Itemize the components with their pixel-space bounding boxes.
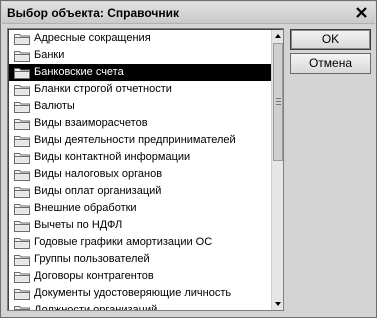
arrow-up-icon — [275, 34, 281, 38]
list-item-label: Группы пользователей — [34, 253, 150, 265]
object-list[interactable]: Адресные сокращения Банки Банковские счета… — [9, 30, 271, 310]
list-item-label: Виды контактной информации — [34, 151, 191, 163]
title-bar[interactable]: Выбор объекта: Справочник — [2, 2, 375, 24]
arrow-down-icon — [275, 302, 281, 306]
list-item[interactable]: Валюты — [9, 98, 271, 115]
folder-icon — [14, 100, 30, 113]
list-item-label: Валюты — [34, 100, 75, 112]
window-title: Выбор объекта: Справочник — [7, 6, 179, 20]
list-item-label: Должности организаций — [34, 304, 158, 310]
vertical-scrollbar[interactable] — [271, 30, 283, 310]
list-item-label: Вычеты по НДФЛ — [34, 219, 123, 231]
folder-icon — [14, 117, 30, 130]
scroll-thumb[interactable] — [273, 43, 283, 161]
folder-icon — [14, 287, 30, 300]
folder-icon — [14, 253, 30, 266]
thumb-grip-line — [276, 104, 281, 105]
list-item[interactable]: Договоры контрагентов — [9, 268, 271, 285]
close-button[interactable] — [353, 5, 370, 21]
list-item[interactable]: Виды контактной информации — [9, 149, 271, 166]
list-item-label: Виды деятельности предпринимателей — [34, 134, 236, 146]
list-item[interactable]: Бланки строгой отчетности — [9, 81, 271, 98]
ok-button[interactable]: OK — [290, 29, 371, 50]
list-item-label: Банки — [34, 49, 65, 61]
folder-icon — [14, 185, 30, 198]
list-item-label: Виды налоговых органов — [34, 168, 163, 180]
folder-icon — [14, 134, 30, 147]
folder-icon — [14, 168, 30, 181]
close-icon — [356, 7, 367, 18]
cancel-button[interactable]: Отмена — [290, 53, 371, 74]
list-item-label: Бланки строгой отчетности — [34, 83, 172, 95]
list-item-label: Виды оплат организаций — [34, 185, 162, 197]
list-item[interactable]: Документы удостоверяющие личность — [9, 285, 271, 302]
list-item[interactable]: Виды взаиморасчетов — [9, 115, 271, 132]
scroll-up-button[interactable] — [272, 30, 283, 42]
scroll-down-button[interactable] — [272, 298, 283, 310]
list-item[interactable]: Виды оплат организаций — [9, 183, 271, 200]
folder-icon — [14, 270, 30, 283]
select-object-dialog: Выбор объекта: Справочник Адресные сокра… — [0, 0, 377, 318]
list-item[interactable]: Виды деятельности предпринимателей — [9, 132, 271, 149]
list-item-label: Виды взаиморасчетов — [34, 117, 148, 129]
folder-icon — [14, 32, 30, 45]
list-item-label: Договоры контрагентов — [34, 270, 154, 282]
list-item[interactable]: Группы пользователей — [9, 251, 271, 268]
folder-icon — [14, 219, 30, 232]
list-item[interactable]: Адресные сокращения — [9, 30, 271, 47]
list-item[interactable]: Вычеты по НДФЛ — [9, 217, 271, 234]
folder-icon — [14, 151, 30, 164]
folder-icon — [14, 236, 30, 249]
folder-icon — [14, 66, 30, 79]
thumb-grip-line — [276, 98, 281, 99]
list-item-label: Адресные сокращения — [34, 32, 151, 44]
folder-icon — [14, 83, 30, 96]
folder-icon — [14, 202, 30, 215]
folder-icon — [14, 304, 30, 310]
object-list-frame: Адресные сокращения Банки Банковские счета… — [7, 28, 284, 311]
thumb-grip-line — [276, 101, 281, 102]
list-item[interactable]: Годовые графики амортизации ОС — [9, 234, 271, 251]
list-item-label: Документы удостоверяющие личность — [34, 287, 232, 299]
list-item[interactable]: Банки — [9, 47, 271, 64]
list-item-label: Банковские счета — [34, 66, 124, 78]
list-item-label: Годовые графики амортизации ОС — [34, 236, 213, 248]
list-item[interactable]: Банковские счета — [9, 64, 271, 81]
list-item[interactable]: Должности организаций — [9, 302, 271, 310]
list-item[interactable]: Внешние обработки — [9, 200, 271, 217]
list-item-label: Внешние обработки — [34, 202, 137, 214]
list-item[interactable]: Виды налоговых органов — [9, 166, 271, 183]
folder-icon — [14, 49, 30, 62]
